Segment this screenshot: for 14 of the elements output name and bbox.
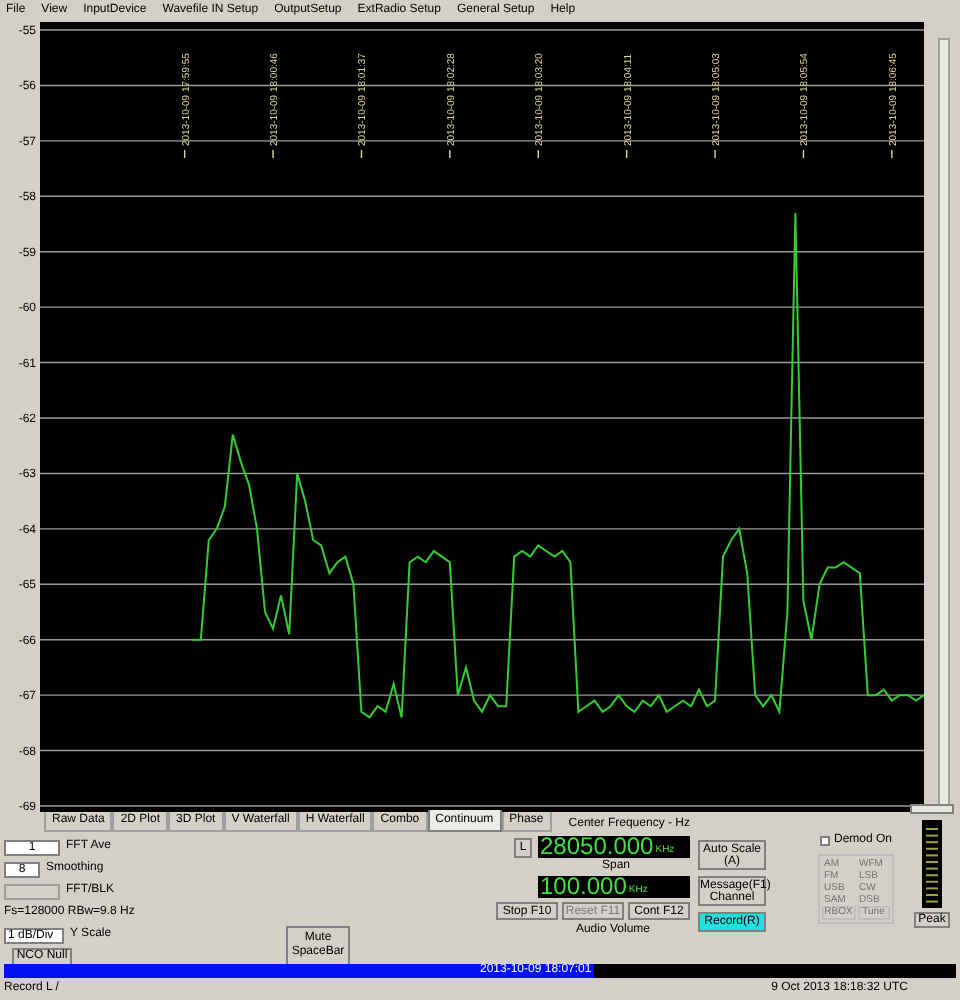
x-tick-mark	[891, 149, 893, 159]
x-tick-mark	[183, 149, 186, 159]
x-tick-mark	[714, 149, 716, 159]
x-tick-mark	[625, 149, 628, 159]
fft-size-dropdown[interactable]	[4, 883, 60, 899]
x-tick-mark	[802, 149, 805, 159]
checkbox[interactable]	[819, 836, 830, 846]
x-tick-mark	[537, 149, 539, 159]
scrollbar[interactable]	[938, 38, 950, 808]
meter-bars	[926, 828, 938, 903]
x-tick-mark	[360, 149, 363, 159]
x-tick-mark	[449, 149, 451, 159]
slider-thumb[interactable]	[910, 804, 954, 814]
x-tick-mark	[272, 149, 274, 159]
